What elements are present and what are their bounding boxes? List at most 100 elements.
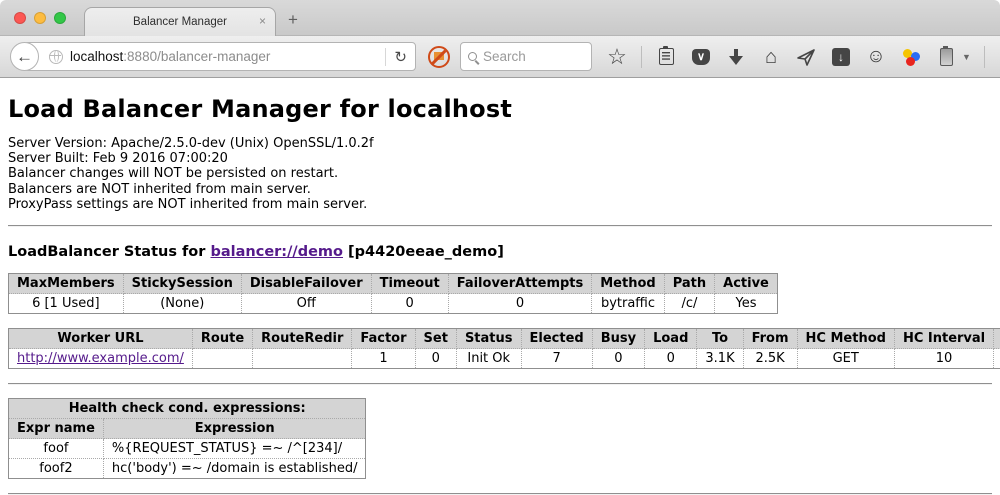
worker-value-cell: 1 (0) — [994, 349, 1000, 369]
close-window-button[interactable] — [14, 12, 26, 24]
heading-prefix: LoadBalancer Status for — [8, 244, 210, 260]
worker-header-cell: RouteRedir — [253, 329, 352, 349]
tab-bar: Balancer Manager × + — [0, 0, 1000, 36]
health-header-cell: Expression — [103, 419, 366, 439]
reload-icon[interactable]: ↻ — [392, 48, 415, 66]
expression-cell: %{REQUEST_STATUS} =~ /^[234]/ — [103, 439, 366, 459]
worker-header-cell: Elected — [521, 329, 592, 349]
table-row: http://www.example.com/ 10Init Ok7003.1K… — [9, 349, 1000, 369]
url-text: localhost:8880/balancer-manager — [70, 49, 379, 64]
health-table-title: Health check cond. expressions: — [9, 399, 366, 419]
new-tab-button[interactable]: + — [288, 10, 298, 30]
balancer-header-cell: DisableFailover — [241, 274, 371, 294]
balancer-header-cell: StickySession — [123, 274, 241, 294]
balancer-value-cell: Yes — [715, 294, 778, 314]
battery-icon[interactable] — [935, 46, 957, 68]
divider — [8, 383, 992, 385]
health-check-table: Health check cond. expressions: Expr nam… — [8, 398, 366, 479]
search-input[interactable]: Search — [460, 42, 592, 71]
worker-url-link[interactable]: http://www.example.com/ — [17, 351, 184, 366]
health-header-cell: Expr name — [9, 419, 104, 439]
balancer-header-cell: Active — [715, 274, 778, 294]
search-placeholder: Search — [483, 49, 526, 64]
worker-value-cell: 0 — [645, 349, 697, 369]
worker-value-cell: 7 — [521, 349, 592, 369]
minimize-window-button[interactable] — [34, 12, 46, 24]
worker-header-cell: Route — [192, 329, 252, 349]
balancer-header-cell: FailoverAttempts — [448, 274, 592, 294]
plugin-block-icon[interactable] — [428, 46, 450, 68]
table-row: 6 [1 Used](None)Off00bytraffic/c/Yes — [9, 294, 778, 314]
server-info-line: ProxyPass settings are NOT inherited fro… — [8, 197, 992, 212]
back-icon[interactable]: ← — [10, 42, 39, 71]
pocket-icon[interactable]: ∨ — [690, 46, 712, 68]
toolbar-buttons: ☆ ∨ ⌂ ↓ ☺ ▼ — [606, 46, 1000, 68]
worker-header-cell: Worker URL — [9, 329, 193, 349]
video-download-icon[interactable]: ↓ — [830, 46, 852, 68]
server-info-line: Server Version: Apache/2.5.0-dev (Unix) … — [8, 136, 992, 151]
bookmark-star-icon[interactable]: ☆ — [606, 46, 628, 68]
table-row: foof %{REQUEST_STATUS} =~ /^[234]/ — [9, 439, 366, 459]
navigation-toolbar: ← localhost:8880/balancer-manager ↻ Sear… — [0, 36, 1000, 78]
expression-cell: hc('body') =~ /domain is established/ — [103, 459, 366, 479]
balancer-status-heading: LoadBalancer Status for balancer://demo … — [8, 244, 992, 260]
clipboard-icon[interactable] — [655, 46, 677, 68]
table-header-row: Worker URLRouteRouteRedirFactorSetStatus… — [9, 329, 1000, 349]
table-title-row: Health check cond. expressions: — [9, 399, 366, 419]
page-content: Load Balancer Manager for localhost Serv… — [0, 95, 1000, 495]
home-icon[interactable]: ⌂ — [760, 46, 782, 68]
expr-name-cell: foof2 — [9, 459, 104, 479]
urlbar-divider — [385, 48, 386, 66]
balancer-header-cell: Path — [664, 274, 714, 294]
server-info-line: Balancer changes will NOT be persisted o… — [8, 166, 992, 181]
tab-balancer-manager[interactable]: Balancer Manager × — [84, 7, 276, 36]
worker-value-cell — [192, 349, 252, 369]
search-icon — [468, 52, 477, 61]
window-controls — [14, 12, 66, 24]
page-title: Load Balancer Manager for localhost — [8, 95, 992, 123]
tab-close-icon[interactable]: × — [259, 15, 266, 27]
worker-value-cell — [253, 349, 352, 369]
server-info: Server Version: Apache/2.5.0-dev (Unix) … — [8, 136, 992, 212]
send-plane-icon[interactable] — [795, 46, 817, 68]
balancer-value-cell: 6 [1 Used] — [9, 294, 124, 314]
balancer-value-cell: (None) — [123, 294, 241, 314]
downloads-icon[interactable] — [725, 46, 747, 68]
divider — [8, 225, 992, 227]
worker-header-cell: Factor — [352, 329, 415, 349]
smiley-icon[interactable]: ☺ — [865, 46, 887, 68]
globe-icon — [49, 50, 63, 64]
server-info-line: Server Built: Feb 9 2016 07:00:20 — [8, 151, 992, 166]
worker-value-cell: 1 — [352, 349, 415, 369]
worker-header-cell: To — [697, 329, 743, 349]
caret-down-icon[interactable]: ▼ — [962, 52, 971, 62]
balancer-header-cell: Method — [592, 274, 664, 294]
worker-header-cell: From — [743, 329, 797, 349]
url-bar[interactable]: localhost:8880/balancer-manager ↻ — [24, 42, 416, 71]
worker-header-cell: Status — [456, 329, 521, 349]
worker-url-cell: http://www.example.com/ — [9, 349, 193, 369]
zoom-window-button[interactable] — [54, 12, 66, 24]
balancer-value-cell: Off — [241, 294, 371, 314]
table-header-row: MaxMembersStickySessionDisableFailoverTi… — [9, 274, 778, 294]
worker-header-cell: HC Interval — [894, 329, 993, 349]
balancer-link[interactable]: balancer://demo — [210, 244, 343, 260]
expr-name-cell: foof — [9, 439, 104, 459]
worker-status-table: Worker URLRouteRouteRedirFactorSetStatus… — [8, 328, 1000, 369]
url-path: :8880/balancer-manager — [123, 49, 270, 64]
balancer-value-cell: bytraffic — [592, 294, 664, 314]
balancer-value-cell: /c/ — [664, 294, 714, 314]
heading-suffix: [p4420eeae_demo] — [343, 244, 504, 260]
extension-dots-icon[interactable] — [900, 46, 922, 68]
balancer-settings-table: MaxMembersStickySessionDisableFailoverTi… — [8, 273, 778, 314]
worker-value-cell: Init Ok — [456, 349, 521, 369]
browser-window: Balancer Manager × + ← localhost:8880/ba… — [0, 0, 1000, 491]
worker-value-cell: 0 — [415, 349, 456, 369]
balancer-value-cell: 0 — [371, 294, 448, 314]
worker-value-cell: GET — [797, 349, 894, 369]
worker-value-cell: 2.5K — [743, 349, 797, 369]
worker-value-cell: 10 — [894, 349, 993, 369]
plugin-block-slash — [428, 46, 450, 68]
table-row: foof2 hc('body') =~ /domain is establish… — [9, 459, 366, 479]
toolbar-divider — [641, 46, 642, 68]
